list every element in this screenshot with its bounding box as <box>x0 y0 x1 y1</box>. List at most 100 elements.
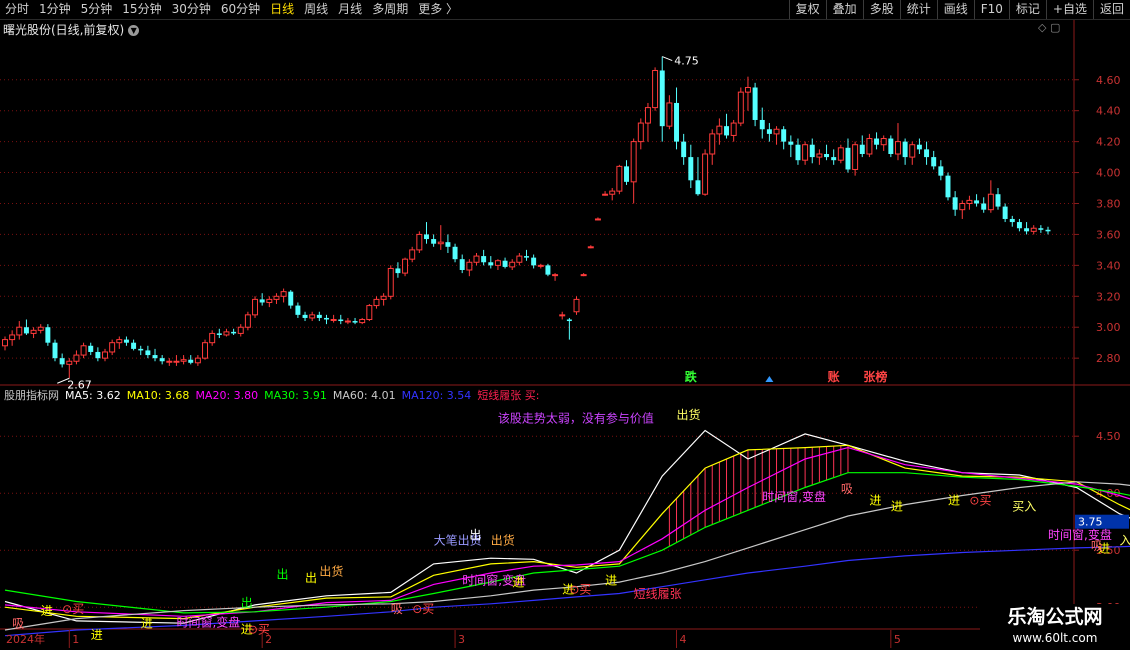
candle <box>995 188 1001 210</box>
candle <box>231 328 237 335</box>
tool-button-3[interactable]: 统计 <box>899 0 937 19</box>
candle <box>387 265 394 300</box>
candle <box>788 135 794 158</box>
tool-button-2[interactable]: 多股 <box>862 0 900 19</box>
candle <box>73 350 80 365</box>
candle-body <box>445 242 451 247</box>
candle-body <box>231 331 237 334</box>
y-tick-label-upper: 3.60 <box>1096 228 1121 241</box>
candle <box>109 339 116 356</box>
signal-label: 出货 <box>491 533 515 548</box>
candle-body <box>473 255 480 263</box>
tool-button-6[interactable]: 标记 <box>1008 0 1046 19</box>
y-tick-label-upper: 2.80 <box>1096 352 1121 365</box>
candle <box>359 317 366 325</box>
candle-body <box>138 348 144 351</box>
candle <box>116 336 123 349</box>
candle <box>952 191 958 216</box>
candle-body <box>1024 228 1030 232</box>
candle <box>209 330 216 346</box>
candle-body <box>766 129 772 134</box>
candle-body <box>909 144 916 158</box>
candle <box>180 355 187 365</box>
candle-body <box>730 122 737 136</box>
candle-body <box>59 358 65 365</box>
candle <box>866 133 873 158</box>
candle <box>352 317 358 325</box>
candle <box>659 56 665 142</box>
candle <box>166 358 173 366</box>
candle <box>323 314 329 325</box>
tool-button-7[interactable]: +自选 <box>1045 0 1093 19</box>
period-tab-4[interactable]: 30分钟 <box>167 0 216 19</box>
candle <box>759 107 765 139</box>
candle-body <box>516 255 523 263</box>
period-tab-9[interactable]: 多周期 <box>367 0 413 19</box>
candle <box>102 348 108 362</box>
candle <box>781 126 787 150</box>
candle-body <box>380 295 387 300</box>
candle <box>587 245 594 249</box>
signal-label: 买入 <box>1012 499 1036 513</box>
candle-body <box>674 102 680 142</box>
candle-body <box>716 125 723 135</box>
candle-body <box>16 326 23 336</box>
candle-body <box>194 357 201 364</box>
tool-button-4[interactable]: 画线 <box>936 0 974 19</box>
y-tick-label-upper: 3.00 <box>1096 321 1121 334</box>
candle <box>552 273 559 281</box>
candle-body <box>737 91 744 124</box>
candle <box>66 358 73 379</box>
candle-body <box>123 339 129 343</box>
signal-label: 出 <box>276 568 288 582</box>
candle-body <box>488 262 494 266</box>
candle <box>702 149 709 196</box>
watermark: 乐淘公式网 www.60lt.com <box>980 604 1130 650</box>
current-value-label: 3.75 <box>1078 516 1103 529</box>
period-tab-1[interactable]: 1分钟 <box>34 0 76 19</box>
period-tab-10[interactable]: 更多 〉 <box>413 0 463 19</box>
period-tab-5[interactable]: 60分钟 <box>216 0 265 19</box>
candle <box>981 197 987 213</box>
candle <box>445 234 451 253</box>
candle <box>202 339 209 360</box>
candle-body <box>959 202 966 211</box>
candle-body <box>987 193 994 211</box>
candle <box>216 328 222 339</box>
period-tab-2[interactable]: 5分钟 <box>76 0 118 19</box>
x-tick-label: 2 <box>265 633 272 646</box>
candle-body <box>352 321 358 323</box>
candle-body <box>531 257 537 266</box>
candle <box>559 311 566 320</box>
period-tab-0[interactable]: 分时 <box>0 0 34 19</box>
candle-body <box>773 128 780 135</box>
candle-body <box>1002 206 1008 219</box>
candle-body <box>295 305 301 315</box>
period-tab-6[interactable]: 日线 <box>265 0 299 19</box>
period-tab-7[interactable]: 周线 <box>299 0 333 19</box>
signal-label: ⊙买 <box>969 494 991 508</box>
candle <box>1016 218 1022 232</box>
y-tick-label-upper: 4.60 <box>1096 74 1121 87</box>
watermark-url: www.60lt.com <box>1012 631 1098 645</box>
candle-body <box>502 260 508 267</box>
candle <box>30 327 37 339</box>
tool-button-0[interactable]: 复权 <box>788 0 826 19</box>
candle-body <box>266 298 273 303</box>
candle-body <box>437 241 444 245</box>
period-tab-8[interactable]: 月线 <box>333 0 367 19</box>
candle <box>295 302 301 318</box>
tool-button-5[interactable]: F10 <box>973 0 1009 19</box>
period-tabs: 分时 1分钟 5分钟 15分钟 30分钟 60分钟 日线 周线 月线 多周期 更多 〉 <box>0 0 463 19</box>
kline-chart[interactable]: 2.80 3.00 3.20 3.40 3.60 3.80 4.00 4.20 4.40 4.60… <box>0 20 1130 650</box>
signal-label: 该股走势太弱，没有参与价值 <box>498 411 654 426</box>
up-arrow-icon <box>765 376 774 382</box>
candle-body <box>252 298 259 316</box>
candle-body <box>894 141 901 155</box>
candle <box>931 150 937 170</box>
tool-button-1[interactable]: 叠加 <box>825 0 863 19</box>
tool-button-8[interactable]: 返回 <box>1092 0 1130 19</box>
period-tab-3[interactable]: 15分钟 <box>117 0 166 19</box>
candle-body <box>23 327 29 334</box>
candle <box>309 311 316 322</box>
